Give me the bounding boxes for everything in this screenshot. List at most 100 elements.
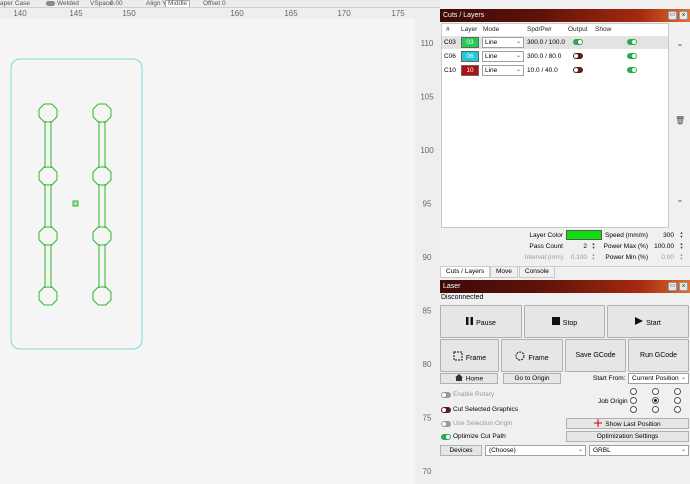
col-header-output: Output — [568, 26, 588, 33]
interval-input[interactable]: 0.100 — [567, 253, 589, 262]
cuts-layers-titlebar: Cuts / Layers ▭ × — [440, 9, 690, 22]
interval-spinner-icon[interactable]: ▲ ▼ — [591, 253, 596, 262]
layer-mode-select[interactable]: Line ⌄ — [482, 65, 524, 76]
power-min-label: Power Min (%) — [605, 254, 648, 261]
pause-button[interactable]: Pause — [440, 305, 522, 338]
layer-color-label: Layer Color — [529, 232, 563, 239]
power-min-spinner-icon[interactable]: ▲ ▼ — [679, 253, 684, 262]
crosshair-icon — [594, 419, 603, 430]
speed-input[interactable]: 300 — [653, 231, 676, 240]
layer-row[interactable]: C03 03 Line ⌄ 300.0 / 100.0 — [442, 36, 668, 49]
laser-restore-button[interactable]: ▭ — [668, 282, 677, 291]
vspace-input[interactable]: 0.00 — [110, 0, 123, 7]
frame-button[interactable]: Frame — [440, 339, 499, 372]
frame-circle-label: Frame — [528, 354, 549, 362]
tab-move[interactable]: Move — [490, 267, 518, 278]
layer-row[interactable]: C06 06 Line ⌄ 300.0 / 80.0 — [442, 50, 668, 63]
go-to-origin-button[interactable]: Go to Origin — [503, 373, 561, 384]
optimize-cut-switch[interactable] — [441, 434, 451, 440]
home-icon — [454, 374, 463, 384]
layer-color-swatch[interactable] — [566, 230, 602, 240]
show-toggle[interactable] — [627, 39, 637, 45]
layer-side-actions: ⌃ 🗑 ⌄ — [670, 23, 690, 228]
job-origin-radio[interactable] — [652, 406, 659, 413]
frame-circle-button[interactable]: Frame — [501, 339, 563, 372]
welded-label: Welded — [57, 0, 79, 7]
cut-selected-switch[interactable] — [441, 407, 451, 413]
output-toggle[interactable] — [573, 67, 583, 73]
start-from-select[interactable]: Current Position ⌄ — [628, 373, 689, 384]
job-origin-radio[interactable] — [674, 406, 681, 413]
layer-mode-value: Line — [485, 53, 498, 60]
offset-input[interactable]: 0 — [222, 0, 226, 7]
show-last-position-button[interactable]: Show Last Position — [566, 418, 689, 429]
show-toggle[interactable] — [627, 53, 637, 59]
save-gcode-button[interactable]: Save GCode — [565, 339, 626, 372]
job-origin-radio[interactable] — [652, 388, 659, 395]
layer-row[interactable]: C10 10 Line ⌄ 10.0 / 40.0 — [442, 64, 668, 77]
show-toggle[interactable] — [627, 67, 637, 73]
layer-mode-select[interactable]: Line ⌄ — [482, 51, 524, 62]
y-ruler-label: 100 — [420, 146, 434, 155]
layer-swatch[interactable]: 03 — [461, 37, 479, 48]
run-gcode-button[interactable]: Run GCode — [628, 339, 689, 372]
tab-cuts-layers[interactable]: Cuts / Layers — [440, 267, 491, 278]
controller-select[interactable]: GRBL ⌄ — [589, 445, 689, 456]
left-chain-shape[interactable] — [38, 103, 58, 306]
laser-close-button[interactable]: × — [679, 282, 688, 291]
align-y-select[interactable]: Middle — [165, 0, 191, 7]
power-max-input[interactable]: 100.00 — [651, 242, 676, 251]
chain-node — [92, 103, 112, 123]
pass-count-spinner-icon[interactable]: ▲ ▼ — [591, 242, 596, 251]
start-button[interactable]: Start — [607, 305, 689, 338]
job-origin-radio[interactable] — [674, 397, 681, 404]
x-ruler-label: 170 — [337, 9, 351, 18]
job-origin-radio[interactable] — [630, 397, 637, 404]
panel-restore-button[interactable]: ▭ — [668, 11, 677, 20]
laser-titlebar: Laser ▭ × — [440, 280, 690, 293]
right-chain-shape[interactable] — [92, 103, 112, 306]
layer-mode-value: Line — [485, 39, 498, 46]
optimization-settings-button[interactable]: Optimization Settings — [566, 431, 689, 442]
output-toggle[interactable] — [573, 39, 583, 45]
trash-icon[interactable]: 🗑 — [675, 116, 685, 126]
col-header-layer: Layer — [461, 26, 478, 33]
enable-rotary-label: Enable Rotary — [453, 391, 495, 398]
power-min-input[interactable]: 0.00 — [651, 253, 676, 262]
job-origin-radio[interactable] — [674, 388, 681, 395]
move-up-icon[interactable]: ⌃ — [675, 43, 685, 53]
devices-button[interactable]: Devices — [440, 445, 482, 456]
shape-options-toolbar: aper Case Welded VSpace 0.00 Align Y Mid… — [0, 0, 440, 8]
power-max-label: Power Max (%) — [603, 243, 648, 250]
job-origin-radio[interactable] — [630, 388, 637, 395]
use-selection-origin-switch[interactable] — [441, 421, 451, 427]
power-max-spinner-icon[interactable]: ▲ ▼ — [679, 242, 684, 251]
selection-center-handle[interactable] — [72, 200, 79, 207]
x-ruler-label: 165 — [284, 9, 298, 18]
chevron-down-icon: ⌄ — [515, 53, 521, 59]
job-origin-radio[interactable] — [630, 406, 637, 413]
output-toggle[interactable] — [573, 53, 583, 59]
canvas-svg[interactable]: 140 145 150 160 165 170 175 110 105 100 95 90 85 80 7… — [0, 8, 440, 484]
welded-checkbox[interactable]: Welded — [46, 0, 79, 7]
stop-label: Stop — [562, 319, 578, 327]
job-origin-radio[interactable] — [652, 397, 659, 404]
stop-button[interactable]: Stop — [524, 305, 605, 338]
upper-case-label: aper Case — [0, 0, 30, 7]
pass-count-input[interactable]: 2 — [567, 242, 589, 251]
tab-console[interactable]: Console — [519, 267, 555, 278]
layer-mode-select[interactable]: Line ⌄ — [482, 37, 524, 48]
enable-rotary-switch[interactable] — [441, 392, 451, 398]
y-ruler-label: 85 — [423, 307, 432, 316]
speed-spinner-icon[interactable]: ▲ ▼ — [679, 231, 684, 240]
panel-close-button[interactable]: × — [679, 11, 688, 20]
chevron-down-icon: ⌄ — [680, 375, 686, 381]
job-origin-label: Job Origin — [598, 398, 628, 405]
home-button[interactable]: Home — [440, 373, 498, 384]
device-select[interactable]: (Choose) ⌄ — [485, 445, 586, 456]
layer-swatch[interactable]: 06 — [461, 51, 479, 62]
design-canvas[interactable]: 140 145 150 160 165 170 175 110 105 100 95 90 85 80 7… — [0, 8, 440, 484]
layer-swatch[interactable]: 10 — [461, 65, 479, 76]
move-down-icon[interactable]: ⌄ — [675, 195, 685, 205]
frame-circle-icon — [515, 351, 525, 365]
